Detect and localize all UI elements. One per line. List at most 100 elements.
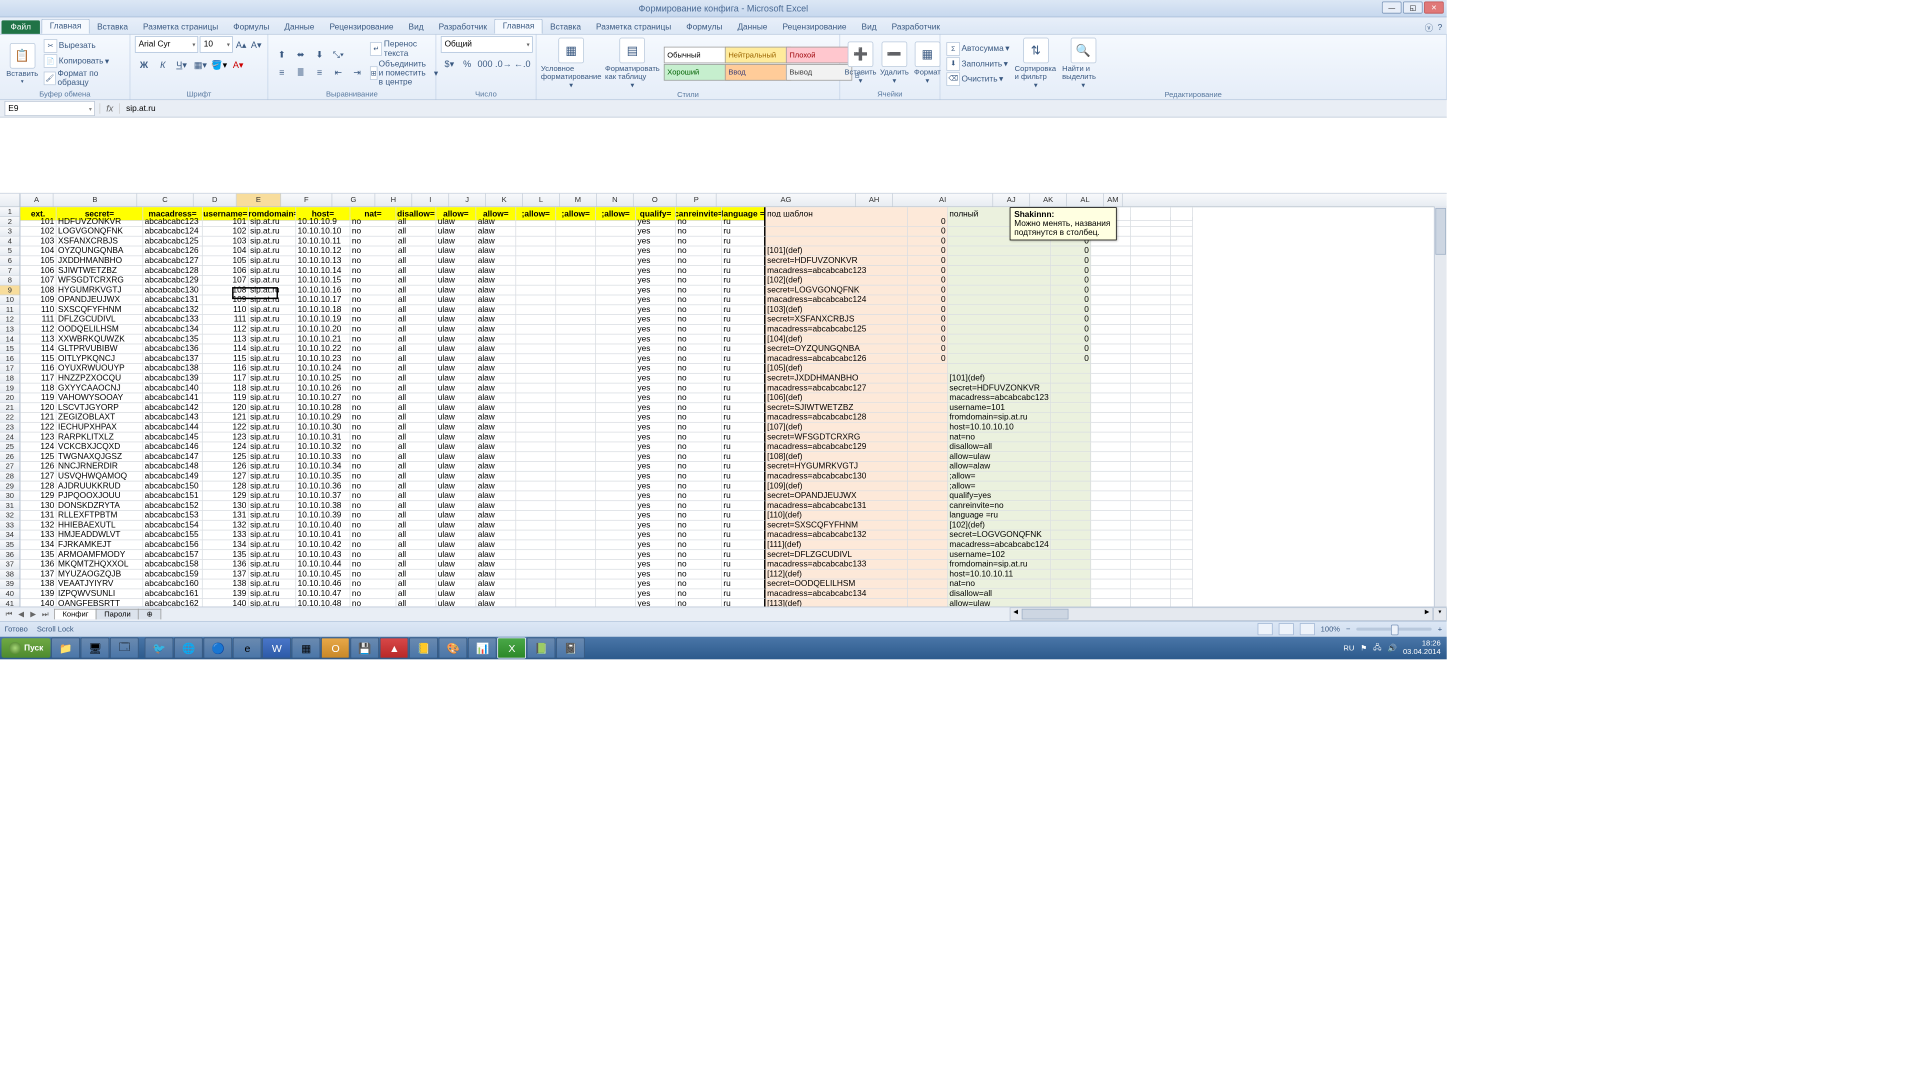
cell-G19[interactable]: no	[350, 384, 396, 394]
cell-H36[interactable]: all	[396, 550, 436, 560]
cell-K32[interactable]	[516, 511, 556, 521]
cell-AI41[interactable]: allow=ulaw	[948, 599, 1051, 607]
cell-AH13[interactable]: 0	[908, 325, 948, 335]
cell-AL17[interactable]	[1131, 364, 1171, 374]
cell-L35[interactable]	[556, 540, 596, 550]
cell-AI21[interactable]: username=101	[948, 403, 1051, 413]
cell-AI34[interactable]: secret=LOGVGONQFNK	[948, 530, 1051, 540]
cell-A38[interactable]: 137	[20, 570, 56, 580]
cell-E10[interactable]: sip.at.ru	[249, 295, 296, 305]
cell-AK5[interactable]	[1091, 246, 1131, 256]
merge-center-button[interactable]: ⊞Объединить и поместить в центре▾	[368, 59, 439, 88]
cell-AH2[interactable]: 0	[908, 217, 948, 227]
cell-D12[interactable]: 111	[203, 315, 249, 325]
cell-F41[interactable]: 10.10.10.48	[296, 599, 350, 607]
cell-N40[interactable]: yes	[636, 589, 676, 599]
cell-N28[interactable]: yes	[636, 472, 676, 482]
cell-AH3[interactable]: 0	[908, 227, 948, 237]
cell-I32[interactable]: ulaw	[436, 511, 476, 521]
row-header-39[interactable]: 39	[0, 579, 20, 589]
cell-AG32[interactable]: [110](def)	[766, 511, 908, 521]
cell-AI19[interactable]: secret=HDFUVZONKVR	[948, 384, 1051, 394]
cell-AM7[interactable]	[1171, 266, 1193, 276]
font-name-select[interactable]: Arial Cyr	[135, 36, 199, 53]
cell-H11[interactable]: all	[396, 305, 436, 315]
cell-N32[interactable]: yes	[636, 511, 676, 521]
cell-L21[interactable]	[556, 403, 596, 413]
cell-N15[interactable]: yes	[636, 344, 676, 354]
cell-AJ27[interactable]	[1051, 462, 1091, 472]
cell-B3[interactable]: LOGVGONQFNK	[57, 227, 144, 237]
col-header-AM[interactable]: AM	[1104, 194, 1123, 207]
cell-G22[interactable]: no	[350, 413, 396, 423]
cell-L9[interactable]	[556, 286, 596, 296]
cell-AG2[interactable]	[766, 217, 908, 227]
cell-C31[interactable]: abcabcabc152	[143, 501, 203, 511]
cell-I27[interactable]: ulaw	[436, 462, 476, 472]
cell-B2[interactable]: HDFUVZONKVR	[57, 217, 144, 227]
cell-B15[interactable]: GLTPRVUBIBW	[57, 344, 144, 354]
cell-AK21[interactable]	[1091, 403, 1131, 413]
cell-C40[interactable]: abcabcabc161	[143, 589, 203, 599]
cell-AH11[interactable]: 0	[908, 305, 948, 315]
cell-E8[interactable]: sip.at.ru	[249, 276, 296, 286]
taskbar-explorer-icon[interactable]: 📁	[52, 637, 81, 658]
cell-D2[interactable]: 101	[203, 217, 249, 227]
cell-A2[interactable]: 101	[20, 217, 56, 227]
row-header-25[interactable]: 25	[0, 442, 20, 452]
cell-G2[interactable]: no	[350, 217, 396, 227]
cell-M3[interactable]	[596, 227, 636, 237]
cell-P31[interactable]: ru	[722, 501, 766, 511]
cell-P30[interactable]: ru	[722, 491, 766, 501]
cell-AH29[interactable]	[908, 481, 948, 491]
cell-M9[interactable]	[596, 286, 636, 296]
cell-C41[interactable]: abcabcabc162	[143, 599, 203, 607]
cell-AI9[interactable]	[948, 286, 1051, 296]
cell-AH9[interactable]: 0	[908, 286, 948, 296]
cell-J2[interactable]: alaw	[476, 217, 516, 227]
cell-O26[interactable]: no	[676, 452, 722, 462]
cell-AL9[interactable]	[1131, 286, 1171, 296]
cell-K8[interactable]	[516, 276, 556, 286]
cell-AI16[interactable]	[948, 354, 1051, 364]
cell-AL24[interactable]	[1131, 433, 1171, 443]
start-button[interactable]: Пуск	[2, 638, 51, 658]
minimize-button[interactable]: —	[1382, 2, 1402, 14]
cell-B38[interactable]: MYUZAOGZQJB	[57, 570, 144, 580]
cell-H12[interactable]: all	[396, 315, 436, 325]
cell-K17[interactable]	[516, 364, 556, 374]
cell-E32[interactable]: sip.at.ru	[249, 511, 296, 521]
cell-J30[interactable]: alaw	[476, 491, 516, 501]
cell-D34[interactable]: 133	[203, 530, 249, 540]
cell-AM34[interactable]	[1171, 530, 1193, 540]
cell-L3[interactable]	[556, 227, 596, 237]
cell-O11[interactable]: no	[676, 305, 722, 315]
cell-AK19[interactable]	[1091, 384, 1131, 394]
cell-F16[interactable]: 10.10.10.23	[296, 354, 350, 364]
cell-H15[interactable]: all	[396, 344, 436, 354]
cell-P18[interactable]: ru	[722, 374, 766, 384]
cell-AG39[interactable]: secret=OODQELILHSM	[766, 579, 908, 589]
sheet-nav-next-icon[interactable]: ▶	[27, 610, 39, 618]
cell-J15[interactable]: alaw	[476, 344, 516, 354]
cell-L14[interactable]	[556, 335, 596, 345]
cell-AM37[interactable]	[1171, 560, 1193, 570]
cell-K3[interactable]	[516, 227, 556, 237]
dec-decimal-icon[interactable]: ←.0	[513, 55, 531, 73]
cell-C37[interactable]: abcabcabc158	[143, 560, 203, 570]
cell-A12[interactable]: 111	[20, 315, 56, 325]
cell-C35[interactable]: abcabcabc156	[143, 540, 203, 550]
cell-M40[interactable]	[596, 589, 636, 599]
cell-AI13[interactable]	[948, 325, 1051, 335]
cell-K5[interactable]	[516, 246, 556, 256]
cell-N31[interactable]: yes	[636, 501, 676, 511]
cell-J7[interactable]: alaw	[476, 266, 516, 276]
cell-N6[interactable]: yes	[636, 256, 676, 266]
cell-C28[interactable]: abcabcabc149	[143, 472, 203, 482]
cell-F35[interactable]: 10.10.10.42	[296, 540, 350, 550]
cell-AJ37[interactable]	[1051, 560, 1091, 570]
cell-L39[interactable]	[556, 579, 596, 589]
cell-AH27[interactable]	[908, 462, 948, 472]
cell-AL28[interactable]	[1131, 472, 1171, 482]
cell-C11[interactable]: abcabcabc132	[143, 305, 203, 315]
